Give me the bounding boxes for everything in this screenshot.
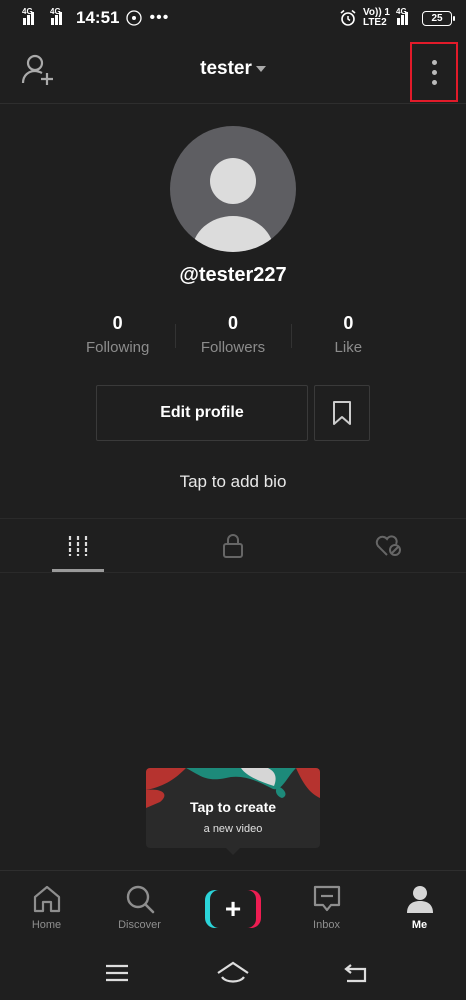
tooltip-arrow	[226, 848, 240, 855]
create-video-tooltip[interactable]: Tap to create a new video	[146, 768, 320, 848]
nav-home[interactable]: Home	[0, 871, 93, 947]
more-vertical-icon	[431, 59, 437, 65]
clock: 14:51	[76, 8, 120, 27]
home-outline-icon	[217, 961, 249, 983]
add-bio-link[interactable]: Tap to add bio	[0, 472, 466, 492]
tab-liked[interactable]	[310, 519, 465, 573]
default-avatar-icon	[192, 158, 274, 252]
likes-label: Like	[334, 339, 363, 356]
tab-private[interactable]	[155, 519, 310, 573]
sim1-network-label: 4G	[22, 7, 33, 16]
status-left: 4G 4G 14:51 •••	[22, 7, 170, 28]
avatar[interactable]	[170, 126, 296, 252]
system-back-button[interactable]	[336, 958, 376, 988]
followers-label: Followers	[200, 339, 266, 356]
tab-videos[interactable]	[0, 519, 155, 573]
lock-icon	[222, 534, 243, 558]
menu-icon	[106, 964, 128, 982]
username: @tester227	[179, 264, 287, 286]
search-icon	[126, 885, 155, 914]
content-tabs	[0, 518, 466, 573]
bookmark-icon	[333, 401, 351, 425]
account-switcher[interactable]: tester	[0, 58, 466, 80]
system-home-button[interactable]	[213, 958, 253, 988]
status-right: Vo)) 1 LTE2 4G 25	[339, 7, 455, 28]
favorites-button[interactable]	[314, 385, 370, 441]
account-name: tester	[200, 58, 252, 79]
network-right-label: 4G	[396, 7, 407, 16]
videos-grid-icon	[68, 536, 87, 556]
person-icon	[407, 886, 433, 913]
alarm-icon	[340, 9, 356, 26]
sim2-network-label: 4G	[50, 7, 61, 16]
nav-home-label: Home	[31, 919, 62, 931]
system-menu-button[interactable]	[97, 958, 137, 988]
back-icon	[344, 964, 367, 983]
signal-sim2-icon: 4G	[50, 7, 66, 25]
nav-discover[interactable]: Discover	[93, 871, 186, 947]
status-bar: 4G 4G 14:51 ••• Vo)) 1 LTE2 4G 25	[0, 0, 466, 36]
volte-indicator: Vo)) 1 LTE2	[363, 8, 390, 28]
hotspot-icon	[126, 10, 143, 26]
tooltip-title: Tap to create	[189, 799, 277, 815]
plus-icon: +	[210, 890, 256, 928]
liked-hidden-icon	[375, 535, 401, 556]
likes-count: 0	[343, 313, 354, 333]
chevron-down-icon	[255, 65, 266, 72]
home-icon	[33, 885, 61, 913]
signal-sim1-icon: 4G	[22, 7, 38, 25]
following-count: 0	[112, 313, 123, 333]
inbox-icon	[313, 885, 341, 912]
system-navigation-bar	[0, 946, 466, 1000]
lte-label: LTE2	[362, 17, 387, 28]
create-button[interactable]: +	[205, 890, 261, 928]
following-stat[interactable]: 0 Following	[60, 312, 175, 362]
bottom-navigation: Home Discover + Inbox Me	[0, 870, 466, 946]
nav-discover-label: Discover	[118, 919, 161, 931]
nav-me-label: Me	[411, 919, 428, 931]
battery-icon: 25	[422, 10, 455, 26]
profile-header: tester	[0, 36, 466, 104]
followers-count: 0	[227, 313, 238, 333]
tooltip-subtitle: a new video	[203, 823, 263, 835]
following-label: Following	[85, 339, 150, 356]
likes-stat[interactable]: 0 Like	[290, 312, 406, 362]
battery-level: 25	[431, 12, 443, 24]
nav-me[interactable]: Me	[373, 871, 466, 947]
edit-profile-button[interactable]: Edit profile	[96, 385, 308, 441]
more-notifications-icon: •••	[149, 9, 170, 26]
followers-stat[interactable]: 0 Followers	[175, 312, 290, 362]
nav-inbox-label: Inbox	[313, 919, 340, 931]
more-options-button[interactable]	[410, 42, 458, 102]
nav-inbox[interactable]: Inbox	[280, 871, 373, 947]
active-tab-indicator	[52, 569, 104, 572]
profile-stats: 0 Following 0 Followers 0 Like	[60, 312, 406, 362]
signal-right-icon: 4G	[396, 7, 416, 25]
